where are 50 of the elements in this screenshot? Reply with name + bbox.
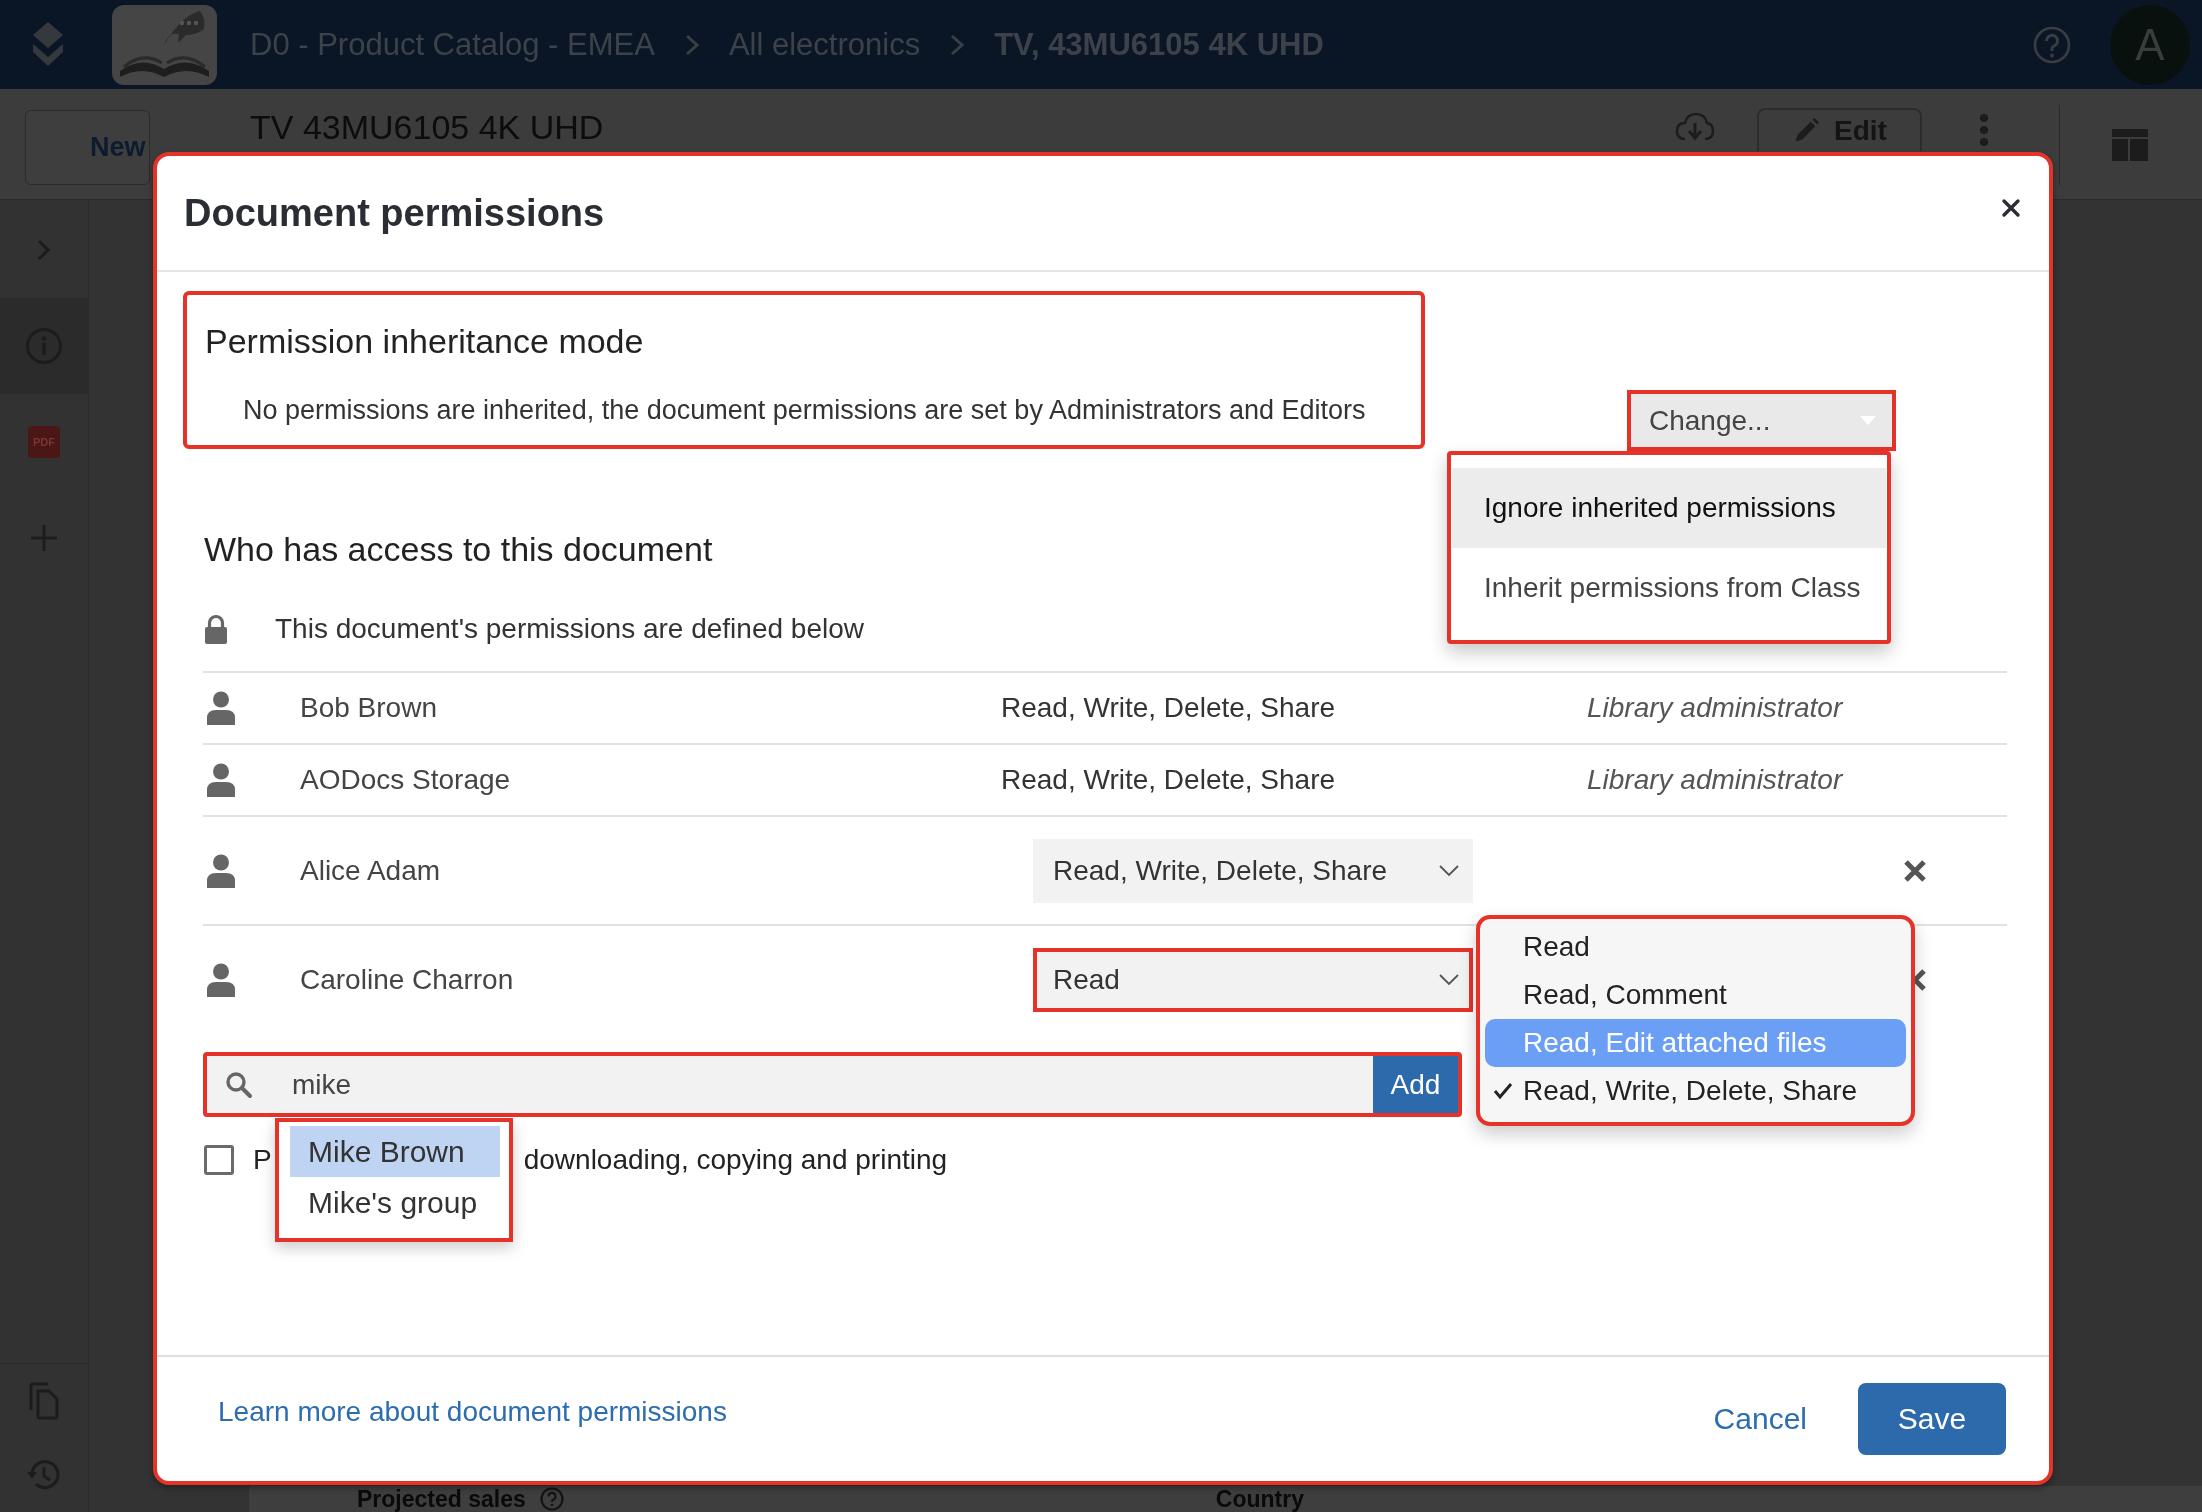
permission-level: Read, Write, Delete, Share (1001, 692, 1336, 724)
permission-option[interactable]: Read, Write, Delete, Share (1485, 1067, 1906, 1115)
cancel-button[interactable]: Cancel (1713, 1402, 1807, 1436)
search-field[interactable]: mike Add (203, 1052, 1462, 1117)
check-icon (1493, 1082, 1513, 1100)
remove-icon[interactable] (1903, 858, 1927, 883)
lock-icon (204, 614, 228, 644)
save-button[interactable]: Save (1858, 1383, 2006, 1455)
person-icon (206, 691, 236, 725)
panel-heading: Permission inheritance mode (205, 321, 644, 361)
member-name: Bob Brown (300, 692, 437, 724)
permission-dropdown[interactable]: Read, Write, Delete, Share (1033, 838, 1473, 903)
learn-more-link[interactable]: Learn more about document permissions (218, 1396, 727, 1428)
checkbox-label: downloading, copying and printing (523, 1143, 948, 1176)
menu-option[interactable]: Inherit permissions from Class (1452, 548, 1886, 628)
cloud-download-icon[interactable] (1675, 111, 1715, 141)
menu-option[interactable]: Ignore inherited permissions (1452, 468, 1886, 548)
person-icon (206, 962, 236, 997)
member-name: Caroline Charron (300, 963, 514, 996)
member-name: AODocs Storage (300, 764, 511, 796)
checkbox[interactable] (204, 1144, 234, 1175)
person-icon (206, 853, 236, 888)
person-icon (206, 763, 236, 797)
dialog-title: Document permissions (184, 191, 605, 235)
search-icon (225, 1070, 253, 1099)
chevron-right-icon (684, 33, 699, 56)
layout-icon[interactable] (2112, 129, 2148, 161)
suggestion-option[interactable]: Mike Brown (290, 1126, 500, 1177)
more-options-icon[interactable] (1979, 113, 1989, 147)
permission-option[interactable]: Read, Comment (1485, 971, 1906, 1019)
suggestion-option[interactable]: Mike's group (290, 1177, 500, 1228)
inheritance-description: No permissions are inherited, the document permissions are set by Administrators and Editors (243, 394, 1366, 427)
member-name: Alice Adam (300, 854, 441, 887)
close-icon[interactable] (2001, 198, 2021, 218)
member-role: Library administrator (1587, 764, 1843, 796)
book-logo-icon (112, 4, 217, 85)
change-dropdown[interactable]: Change... (1627, 390, 1896, 451)
help-icon[interactable] (2033, 25, 2071, 64)
permission-dropdown[interactable]: Read (1033, 947, 1473, 1012)
chevron-down-icon (1439, 973, 1459, 986)
chevron-down-icon (1439, 864, 1459, 877)
add-button[interactable]: Add (1373, 1056, 1458, 1113)
permission-option[interactable]: Read (1485, 923, 1906, 971)
permission-level: Read, Write, Delete, Share (1001, 764, 1336, 796)
checkbox-label: P (253, 1143, 272, 1176)
help-icon[interactable] (539, 1487, 564, 1511)
permissions-note: This document's permissions are defined below (275, 613, 864, 645)
member-role: Library administrator (1587, 692, 1843, 724)
section-heading: Who has access to this document (204, 529, 713, 569)
chevron-right-icon (950, 33, 965, 56)
